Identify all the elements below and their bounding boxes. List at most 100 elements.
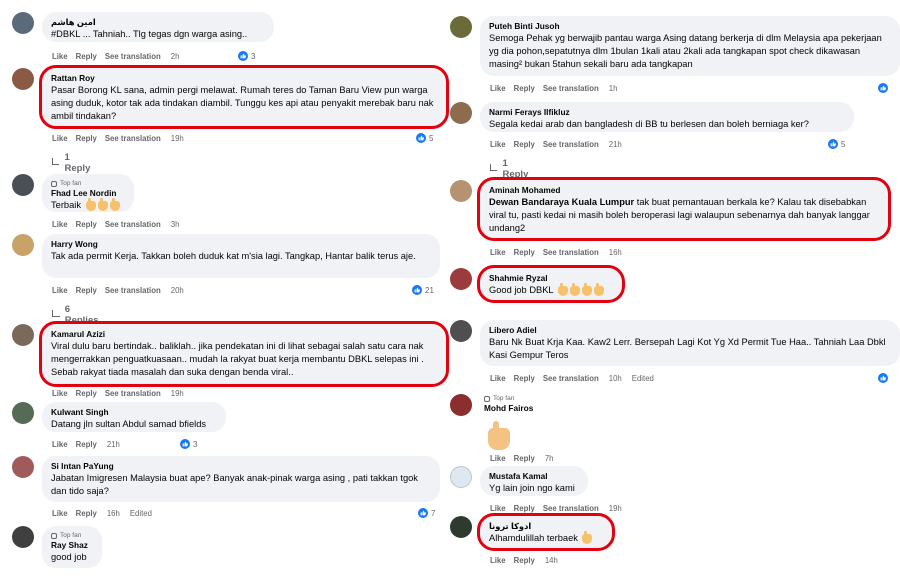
like-button[interactable]: Like	[490, 248, 506, 257]
comment-author[interactable]: Libero Adiel	[489, 325, 891, 336]
reply-button[interactable]: Reply	[76, 389, 97, 398]
reaction-count[interactable]: 5	[828, 139, 845, 149]
thumbs-up-emoji	[593, 282, 604, 296]
comment-time[interactable]: 19h	[609, 504, 622, 513]
reply-button[interactable]: Reply	[514, 374, 535, 383]
avatar[interactable]	[12, 456, 34, 478]
avatar[interactable]	[450, 268, 472, 290]
reaction-count[interactable]	[878, 373, 888, 383]
comment-time[interactable]: 14h	[545, 556, 558, 565]
reply-button[interactable]: Reply	[76, 134, 97, 143]
comment-author[interactable]: Mohd Fairos	[484, 403, 533, 414]
comment-time[interactable]: 21h	[107, 440, 120, 449]
reply-button[interactable]: Reply	[76, 440, 97, 449]
comment-author[interactable]: امين هاشم	[51, 17, 265, 28]
like-button[interactable]: Like	[52, 134, 68, 143]
like-button[interactable]: Like	[490, 140, 506, 149]
see-translation-link[interactable]: See translation	[543, 140, 599, 149]
comment-author[interactable]: Harry Wong	[51, 239, 431, 250]
like-button[interactable]: Like	[52, 509, 68, 518]
see-translation-link[interactable]: See translation	[543, 374, 599, 383]
reply-button[interactable]: Reply	[514, 504, 535, 513]
reply-button[interactable]: Reply	[76, 52, 97, 61]
comment-time[interactable]: 20h	[171, 286, 184, 295]
see-translation-link[interactable]: See translation	[105, 134, 161, 143]
reply-button[interactable]: Reply	[514, 248, 535, 257]
comment-author[interactable]: Aminah Mohamed	[489, 185, 879, 196]
like-button[interactable]: Like	[490, 556, 506, 565]
like-button[interactable]: Like	[52, 389, 68, 398]
reaction-count[interactable]: 3	[238, 51, 255, 61]
reply-arrow-icon	[52, 309, 60, 317]
see-translation-link[interactable]: See translation	[105, 389, 161, 398]
avatar[interactable]	[450, 180, 472, 202]
comment-author[interactable]: Shahmie Ryzal	[489, 273, 613, 284]
see-translation-link[interactable]: See translation	[543, 248, 599, 257]
comment-author[interactable]: Si Intan PaYung	[51, 461, 431, 472]
avatar[interactable]	[12, 234, 34, 256]
comment-author[interactable]: Narmi Ferays Ilfikluz	[489, 107, 845, 118]
see-translation-link[interactable]: See translation	[543, 504, 599, 513]
comment-actions: Like Reply See translation 19h	[52, 134, 184, 143]
reaction-count[interactable]: 7	[418, 508, 435, 518]
comment-time[interactable]: 1h	[609, 84, 618, 93]
avatar[interactable]	[12, 68, 34, 90]
comment-author[interactable]: Kamarul Azizi	[51, 329, 437, 340]
comment-time[interactable]: 19h	[171, 134, 184, 143]
thumbs-up-emoji	[109, 197, 120, 211]
like-button[interactable]: Like	[490, 374, 506, 383]
comment-author[interactable]: Ray Shaz	[51, 540, 93, 551]
like-button[interactable]: Like	[52, 286, 68, 295]
see-translation-link[interactable]: See translation	[105, 52, 161, 61]
avatar[interactable]	[12, 402, 34, 424]
view-replies-link[interactable]: 1 Reply	[490, 158, 530, 180]
like-button[interactable]: Like	[52, 52, 68, 61]
like-button[interactable]: Like	[490, 454, 506, 463]
reaction-count[interactable]: 3	[180, 439, 197, 449]
reaction-count[interactable]: 21	[412, 285, 434, 295]
comment-author[interactable]: Kulwant Singh	[51, 407, 217, 418]
comment-bubble: Narmi Ferays Ilfikluz Segala kedai arab …	[480, 102, 854, 132]
comment-time[interactable]: 10h	[609, 374, 622, 383]
avatar[interactable]	[450, 516, 472, 538]
avatar[interactable]	[450, 466, 472, 488]
avatar[interactable]	[12, 174, 34, 196]
reply-button[interactable]: Reply	[514, 556, 535, 565]
comment-time[interactable]: 21h	[609, 140, 622, 149]
avatar[interactable]	[450, 16, 472, 38]
see-translation-link[interactable]: See translation	[105, 220, 161, 229]
comment-time[interactable]: 2h	[171, 52, 180, 61]
reply-button[interactable]: Reply	[514, 140, 535, 149]
avatar[interactable]	[12, 324, 34, 346]
comment-time[interactable]: 7h	[545, 454, 554, 463]
comment-time[interactable]: 19h	[171, 389, 184, 398]
avatar[interactable]	[12, 526, 34, 548]
like-button[interactable]: Like	[490, 84, 506, 93]
like-button[interactable]: Like	[52, 440, 68, 449]
comment-author[interactable]: Rattan Roy	[51, 73, 437, 84]
comment-time[interactable]: 16h	[609, 248, 622, 257]
mention-link[interactable]: Dewan Bandaraya Kuala Lumpur	[489, 197, 634, 207]
avatar[interactable]	[12, 12, 34, 34]
comment-author[interactable]: Puteh Binti Jusoh	[489, 21, 891, 32]
reply-button[interactable]: Reply	[514, 84, 535, 93]
reply-button[interactable]: Reply	[76, 220, 97, 229]
avatar[interactable]	[450, 102, 472, 124]
reply-button[interactable]: Reply	[76, 286, 97, 295]
see-translation-link[interactable]: See translation	[543, 84, 599, 93]
comment-time[interactable]: 3h	[171, 220, 180, 229]
view-replies-link[interactable]: 6 Replies	[52, 304, 100, 326]
comment-time[interactable]: 16h	[107, 509, 120, 518]
view-replies-link[interactable]: 1 Reply	[52, 152, 92, 174]
like-button[interactable]: Like	[52, 220, 68, 229]
comment-author[interactable]: Mustafa Kamal	[489, 471, 579, 482]
reply-button[interactable]: Reply	[76, 509, 97, 518]
reaction-count[interactable]	[878, 83, 888, 93]
comment-bubble: Kulwant Singh Datang jln sultan Abdul sa…	[42, 402, 226, 432]
reply-button[interactable]: Reply	[514, 454, 535, 463]
avatar[interactable]	[450, 394, 472, 416]
see-translation-link[interactable]: See translation	[105, 286, 161, 295]
reaction-count[interactable]: 5	[416, 133, 433, 143]
like-button[interactable]: Like	[490, 504, 506, 513]
avatar[interactable]	[450, 320, 472, 342]
